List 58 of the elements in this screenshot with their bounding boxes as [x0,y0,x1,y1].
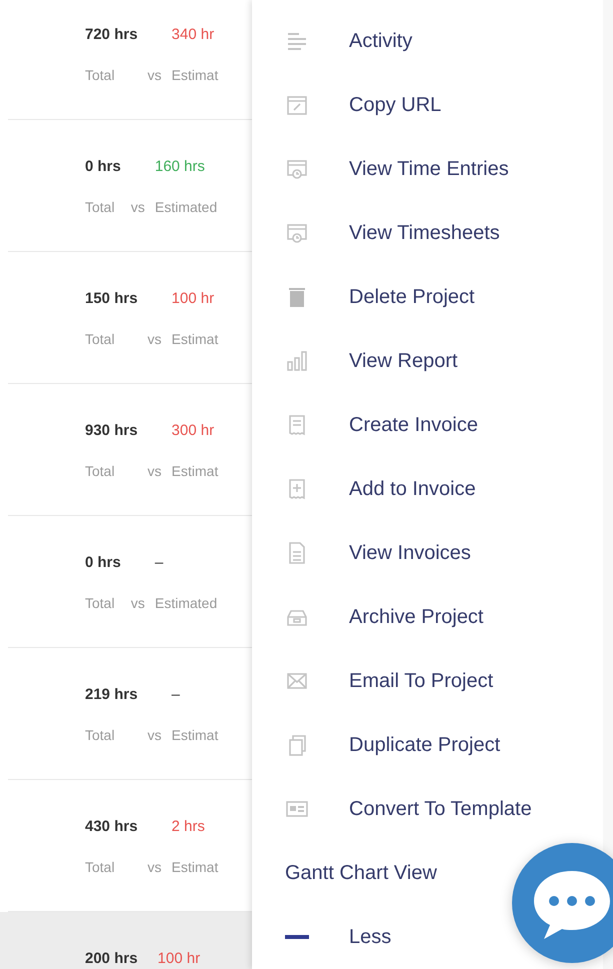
vs-label: vs [148,330,162,349]
estimated-label: Estimated [154,198,218,217]
total-label: Total [85,594,116,613]
menu-item[interactable]: Add to Invoice [349,478,476,500]
total-hours: 200 hrs [85,949,138,969]
vs-label: vs [130,198,145,217]
total-label: Total [85,66,116,85]
estimated-label: Estimat [172,330,218,349]
estimated-label: Estimat [172,462,218,481]
total-hours: 150 hrs [85,289,138,309]
menu-item[interactable]: Convert To Template [349,798,532,820]
estimated-label: Estimated [154,594,218,613]
estimated-hours: 340 hr [172,25,216,45]
vs-label: vs [148,858,162,877]
vs-label: vs [130,594,145,613]
total-hours: 720 hrs [85,25,138,45]
vs-label: vs [148,462,162,481]
menu-item[interactable]: Email To Project [349,670,494,692]
estimated-label: Estimat [172,726,218,745]
estimated-label: Estimat [172,66,218,85]
menu-item[interactable]: View Report [349,350,458,372]
menu-item[interactable]: Gantt Chart View [285,862,437,884]
estimated-hours: 100 hr [158,949,200,969]
menu-item[interactable]: View Timesheets [349,222,500,244]
estimated-label: Estimat [172,858,218,877]
total-hours: 930 hrs [85,421,138,441]
menu-item[interactable]: View Invoices [349,542,471,564]
menu-item[interactable]: Create Invoice [349,414,478,436]
menu-item[interactable]: View Time Entries [349,158,509,180]
estimated-hours: 160 hrs [154,157,206,177]
vs-label: vs [148,726,162,745]
calendar-clock-icon [285,221,309,245]
total-hours: 219 hrs [85,685,138,705]
chat-button[interactable] [512,843,613,963]
menu-item[interactable]: Copy URL [349,94,442,116]
menu-item[interactable]: Delete Project [349,286,475,308]
estimated-hours: – [172,685,181,705]
estimated-hours: 300 hr [172,421,216,441]
total-label: Total [85,198,116,217]
total-label: Total [85,726,116,745]
estimated-hours: 2 hrs [172,817,206,837]
vs-label: vs [148,66,162,85]
bar-chart-icon [285,349,309,373]
menu-item[interactable]: Archive Project [349,606,484,628]
menu-item[interactable]: Duplicate Project [349,734,500,756]
total-hours: 0 hrs [85,553,121,573]
total-label: Total [85,330,116,349]
total-label: Total [85,462,116,481]
link-window-icon [285,93,309,117]
estimated-hours: – [154,553,164,573]
total-hours: 0 hrs [85,157,121,177]
total-hours: 430 hrs [85,817,138,837]
less-toggle[interactable]: Less [349,926,392,948]
minus-icon [285,935,309,939]
menu-item[interactable]: Activity [349,30,412,52]
estimated-hours: 100 hr [172,289,216,309]
calendar-clock-icon [285,157,309,181]
total-label: Total [85,858,116,877]
